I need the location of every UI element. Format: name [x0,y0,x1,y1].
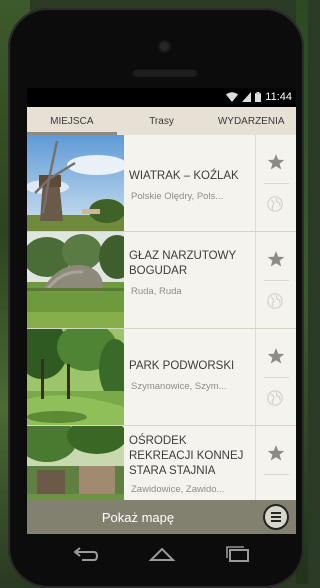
star-icon[interactable] [267,250,285,268]
star-icon[interactable] [267,153,285,171]
tab-wydarzenia[interactable]: WYDARZENIA [206,107,296,135]
android-nav-bar [27,534,296,574]
place-thumbnail [27,329,124,425]
tab-miejsca[interactable]: MIEJSCA [27,107,117,135]
front-camera [160,42,169,51]
recent-apps-icon[interactable] [223,544,253,564]
tab-bar: MIEJSCA Trasy WYDARZENIA [27,107,296,135]
battery-icon [255,92,262,102]
globe-icon[interactable] [267,196,283,212]
list-item[interactable]: WIATRAK – KOŹLAK Polskie Olędry, Pols... [27,135,296,232]
place-title: GŁAZ NARZUTOWY BOGUDAR [129,250,236,277]
place-thumbnail [27,426,124,500]
place-thumbnail [27,232,124,328]
list-item[interactable]: OŚRODEK REKREACJI KONNEJ STARA STAJNIA Z… [27,426,296,500]
bottom-bar: Pokaż mapę [27,500,296,534]
places-list[interactable]: WIATRAK – KOŹLAK Polskie Olędry, Pols... [27,135,296,500]
app-screen: 11:44 MIEJSCA Trasy WYDARZENIA WIATRAK –… [27,88,296,534]
status-bar: 11:44 [27,88,296,107]
hamburger-menu-icon[interactable] [263,504,289,530]
earpiece-speaker [132,68,198,77]
tab-trasy[interactable]: Trasy [117,107,207,135]
place-thumbnail [27,135,124,231]
list-item[interactable]: PARK PODWORSKI Szymanowice, Szym... [27,329,296,426]
globe-icon[interactable] [267,293,283,309]
status-time: 11:44 [265,91,292,103]
place-location: Zawidowice, Zawido... [131,484,225,495]
back-icon[interactable] [70,544,100,564]
divider [264,183,289,184]
divider [264,377,289,378]
divider [264,280,289,281]
place-location: Ruda, Ruda [131,286,182,297]
divider [264,474,289,475]
star-icon[interactable] [267,444,285,462]
signal-icon [242,92,252,102]
place-location: Polskie Olędry, Pols... [131,191,224,202]
place-location: Szymanowice, Szym... [131,381,227,392]
home-icon[interactable] [147,544,177,564]
place-title: OŚRODEK REKREACJI KONNEJ STARA STAJNIA [129,435,244,477]
star-icon[interactable] [267,347,285,365]
place-title: PARK PODWORSKI [129,360,235,372]
wifi-icon [226,92,239,102]
show-map-button[interactable]: Pokaż mapę [27,500,249,534]
list-item[interactable]: GŁAZ NARZUTOWY BOGUDAR Ruda, Ruda [27,232,296,329]
globe-icon[interactable] [267,390,283,406]
place-title: WIATRAK – KOŹLAK [129,170,239,182]
